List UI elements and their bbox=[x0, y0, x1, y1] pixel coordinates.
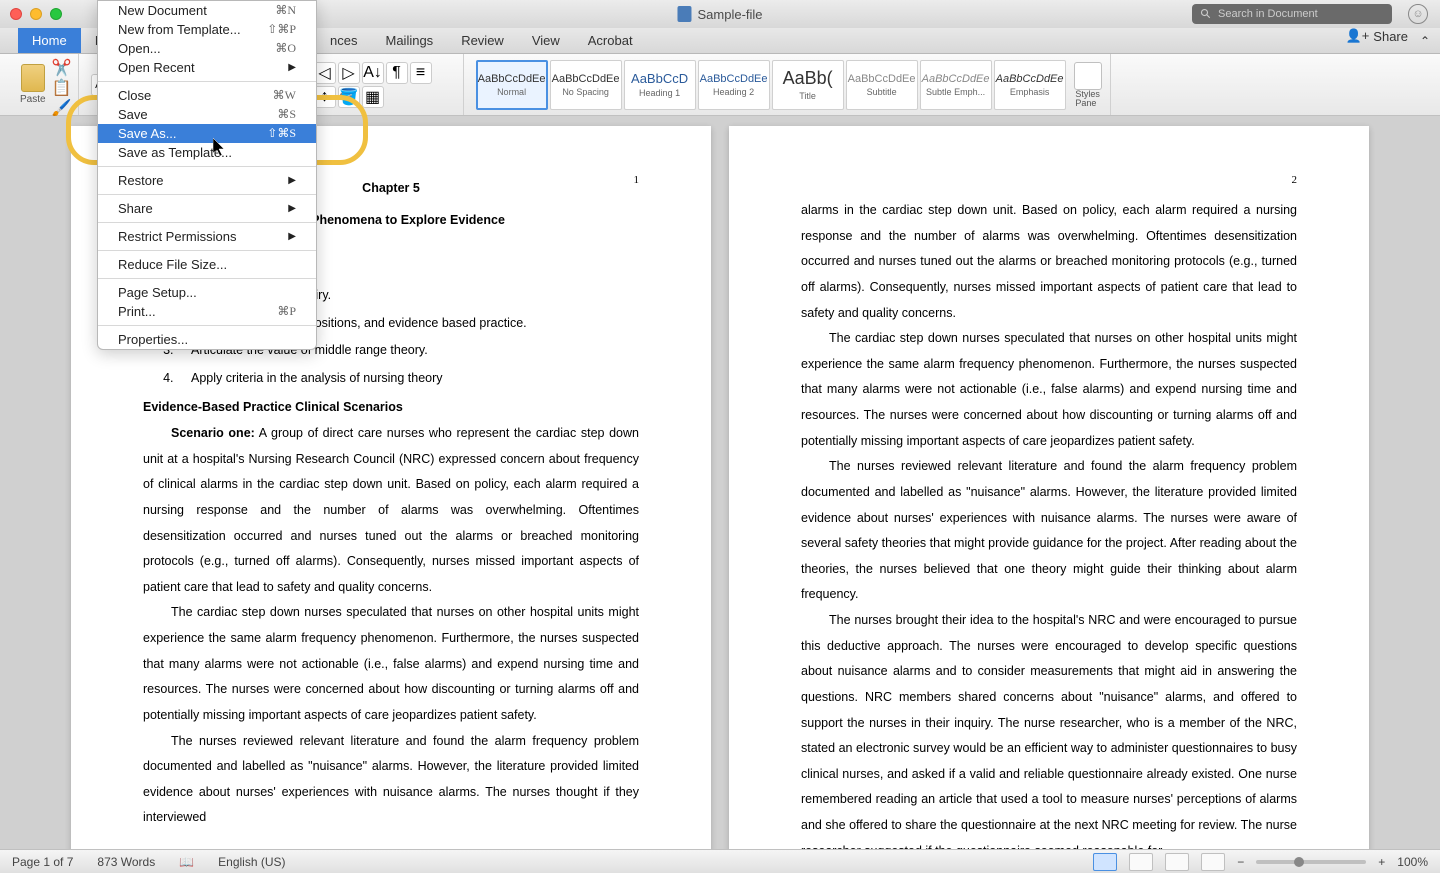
shading-button[interactable]: 🪣 bbox=[338, 86, 360, 108]
submenu-arrow-icon: ▶ bbox=[288, 62, 296, 73]
submenu-arrow-icon: ▶ bbox=[288, 203, 296, 214]
search-box[interactable]: Search in Document bbox=[1192, 4, 1392, 24]
tab-review[interactable]: Review bbox=[447, 28, 518, 53]
menu-print[interactable]: Print...⌘P bbox=[98, 302, 316, 321]
menu-separator bbox=[98, 81, 316, 82]
zoom-handle[interactable] bbox=[1294, 857, 1304, 867]
page-indicator[interactable]: Page 1 of 7 bbox=[12, 855, 73, 869]
menu-open[interactable]: Open...⌘O bbox=[98, 39, 316, 58]
sort-button[interactable]: A↓ bbox=[362, 62, 384, 84]
menu-separator bbox=[98, 278, 316, 279]
styles-pane-button[interactable]: Styles Pane bbox=[1074, 62, 1102, 108]
menu-new-from-template[interactable]: New from Template...⇧⌘P bbox=[98, 20, 316, 39]
increase-indent-button[interactable]: ▷ bbox=[338, 62, 360, 84]
menu-reduce-file-size[interactable]: Reduce File Size... bbox=[98, 255, 316, 274]
tab-view[interactable]: View bbox=[518, 28, 574, 53]
file-menu-dropdown: New Document⌘N New from Template...⇧⌘P O… bbox=[97, 0, 317, 350]
zoom-out-button[interactable]: − bbox=[1237, 855, 1244, 869]
outline-view-button[interactable] bbox=[1165, 853, 1189, 871]
zoom-slider[interactable] bbox=[1256, 860, 1366, 864]
borders-button[interactable]: ▦ bbox=[362, 86, 384, 108]
menu-new-document[interactable]: New Document⌘N bbox=[98, 1, 316, 20]
paste-button[interactable]: Paste bbox=[20, 64, 46, 105]
zoom-level[interactable]: 100% bbox=[1397, 855, 1428, 869]
share-button[interactable]: 👤+ Share bbox=[1346, 28, 1408, 44]
style-normal[interactable]: AaBbCcDdEeNormal bbox=[476, 60, 548, 110]
style-emphasis[interactable]: AaBbCcDdEeEmphasis bbox=[994, 60, 1066, 110]
share-icon: 👤+ bbox=[1346, 28, 1370, 44]
ribbon-collapse-button[interactable]: ⌃ bbox=[1420, 34, 1430, 48]
copy-icon[interactable]: 📋 bbox=[52, 78, 70, 92]
submenu-arrow-icon: ▶ bbox=[288, 175, 296, 186]
format-painter-icon[interactable]: 🖌️ bbox=[52, 98, 70, 112]
style-title[interactable]: AaBb(Title bbox=[772, 60, 844, 110]
statusbar: Page 1 of 7 873 Words 📖 English (US) − +… bbox=[0, 849, 1440, 873]
menu-separator bbox=[98, 166, 316, 167]
web-layout-view-button[interactable] bbox=[1129, 853, 1153, 871]
menu-separator bbox=[98, 325, 316, 326]
page-number: 1 bbox=[634, 174, 640, 186]
style-gallery: AaBbCcDdEeNormal AaBbCcDdEeNo Spacing Aa… bbox=[476, 60, 1066, 110]
style-heading-1[interactable]: AaBbCcDHeading 1 bbox=[624, 60, 696, 110]
zoom-in-button[interactable]: + bbox=[1378, 855, 1385, 869]
style-no-spacing[interactable]: AaBbCcDdEeNo Spacing bbox=[550, 60, 622, 110]
page-content[interactable]: alarms in the cardiac step down unit. Ba… bbox=[801, 176, 1297, 849]
draft-view-button[interactable] bbox=[1201, 853, 1225, 871]
menu-save-as[interactable]: Save As...⇧⌘S bbox=[98, 124, 316, 143]
menu-restrict-permissions[interactable]: Restrict Permissions▶ bbox=[98, 227, 316, 246]
menu-properties[interactable]: Properties... bbox=[98, 330, 316, 349]
spell-check-icon[interactable]: 📖 bbox=[179, 855, 194, 869]
align-left-button[interactable]: ≡ bbox=[410, 62, 432, 84]
language-indicator[interactable]: English (US) bbox=[218, 855, 285, 869]
search-placeholder: Search in Document bbox=[1218, 8, 1318, 20]
word-count[interactable]: 873 Words bbox=[97, 855, 155, 869]
minimize-window-button[interactable] bbox=[30, 8, 42, 20]
submenu-arrow-icon: ▶ bbox=[288, 231, 296, 242]
window-controls bbox=[10, 8, 62, 20]
style-heading-2[interactable]: AaBbCcDdEeHeading 2 bbox=[698, 60, 770, 110]
styles-group: AaBbCcDdEeNormal AaBbCcDdEeNo Spacing Aa… bbox=[468, 54, 1111, 115]
tab-references[interactable]: nces bbox=[316, 28, 371, 53]
style-subtle-emphasis[interactable]: AaBbCcDdEeSubtle Emph... bbox=[920, 60, 992, 110]
menu-separator bbox=[98, 222, 316, 223]
close-window-button[interactable] bbox=[10, 8, 22, 20]
page-number: 2 bbox=[1292, 174, 1298, 186]
styles-pane-icon bbox=[1074, 62, 1102, 90]
tab-home[interactable]: Home bbox=[18, 28, 81, 53]
menu-open-recent[interactable]: Open Recent▶ bbox=[98, 58, 316, 77]
tab-mailings[interactable]: Mailings bbox=[372, 28, 448, 53]
paste-icon bbox=[21, 64, 45, 92]
menu-separator bbox=[98, 194, 316, 195]
style-subtitle[interactable]: AaBbCcDdEeSubtitle bbox=[846, 60, 918, 110]
menu-close[interactable]: Close⌘W bbox=[98, 86, 316, 105]
document-name: Sample-file bbox=[697, 7, 762, 22]
menu-share[interactable]: Share▶ bbox=[98, 199, 316, 218]
menu-restore[interactable]: Restore▶ bbox=[98, 171, 316, 190]
clipboard-group: Paste ✂️ 📋 🖌️ bbox=[12, 54, 79, 115]
cut-icon[interactable]: ✂️ bbox=[52, 58, 70, 72]
menu-separator bbox=[98, 250, 316, 251]
help-button[interactable]: ☺ bbox=[1408, 4, 1428, 24]
menu-save[interactable]: Save⌘S bbox=[98, 105, 316, 124]
show-marks-button[interactable]: ¶ bbox=[386, 62, 408, 84]
page-2[interactable]: 2 alarms in the cardiac step down unit. … bbox=[729, 126, 1369, 849]
print-layout-view-button[interactable] bbox=[1093, 853, 1117, 871]
document-title: Sample-file bbox=[677, 6, 762, 22]
tab-acrobat[interactable]: Acrobat bbox=[574, 28, 647, 53]
menu-page-setup[interactable]: Page Setup... bbox=[98, 283, 316, 302]
menu-save-as-template[interactable]: Save as Template... bbox=[98, 143, 316, 162]
document-icon bbox=[677, 6, 691, 22]
maximize-window-button[interactable] bbox=[50, 8, 62, 20]
search-icon bbox=[1200, 8, 1212, 20]
